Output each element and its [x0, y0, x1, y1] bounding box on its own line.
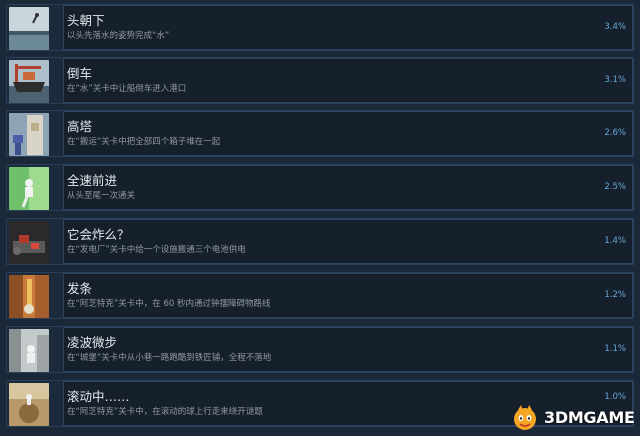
- achievement-description: 以头先落水的姿势完成“水”: [67, 31, 170, 41]
- achievement-percent: 2.5%: [604, 182, 626, 192]
- achievement-info: 全速前进 从头至尾一次通关 2.5%: [63, 165, 633, 210]
- achievement-percent: 1.1%: [604, 344, 626, 354]
- achievement-row[interactable]: 高塔 在“搬运”关卡中把全部四个箱子堆在一起 2.6%: [6, 110, 634, 157]
- achievement-description: 从头至尾一次通关: [67, 191, 136, 201]
- ship-icon: [9, 60, 49, 103]
- achievement-title: 头朝下: [67, 13, 105, 28]
- achievement-title: 发条: [67, 281, 93, 296]
- achievement-row[interactable]: 它会炸么？ 在“发电厂”关卡中给一个设施搬通三个电池供电 1.4%: [6, 218, 634, 265]
- achievement-percent: 1.4%: [604, 236, 626, 246]
- watermark-text: 3DMGAME: [544, 408, 635, 427]
- achievement-title: 高塔: [67, 119, 93, 134]
- achievement-percent: 3.4%: [604, 22, 626, 32]
- achievement-description: 在“阿芝特克”关卡中，在 60 秒内通过钟摆障碍物路线: [67, 299, 271, 309]
- achievement-row[interactable]: 凌波微步 在“城堡”关卡中从小巷一路跑酷到铁匠铺，全程不落地 1.1%: [6, 326, 634, 373]
- ball-icon: [9, 383, 49, 426]
- achievement-info: 高塔 在“搬运”关卡中把全部四个箱子堆在一起 2.6%: [63, 111, 633, 156]
- 3dm-logo-icon: [510, 404, 540, 432]
- achievement-row[interactable]: 倒车 在“水”关卡中让船倒车进入港口 3.1%: [6, 57, 634, 104]
- achievement-row[interactable]: 头朝下 以头先落水的姿势完成“水” 3.4%: [6, 4, 634, 51]
- achievement-title: 滚动中……: [67, 389, 130, 404]
- achievement-description: 在“城堡”关卡中从小巷一路跑酷到铁匠铺，全程不落地: [67, 353, 272, 363]
- achievement-percent: 3.1%: [604, 75, 626, 85]
- achievement-info: 凌波微步 在“城堡”关卡中从小巷一路跑酷到铁匠铺，全程不落地 1.1%: [63, 327, 633, 372]
- clockwork-icon: [9, 275, 49, 318]
- achievement-description: 在“阿芝特克”关卡中，在滚动的球上行走来绕开谜题: [67, 407, 263, 417]
- achievement-info: 头朝下 以头先落水的姿势完成“水” 3.4%: [63, 5, 633, 50]
- achievement-description: 在“搬运”关卡中把全部四个箱子堆在一起: [67, 137, 221, 147]
- bomb-icon: [9, 221, 49, 264]
- achievement-title: 它会炸么？: [67, 227, 130, 242]
- achievement-percent: 1.0%: [604, 392, 626, 402]
- achievement-info: 它会炸么？ 在“发电厂”关卡中给一个设施搬通三个电池供电 1.4%: [63, 219, 633, 264]
- achievement-title: 全速前进: [67, 173, 118, 188]
- achievement-description: 在“水”关卡中让船倒车进入港口: [67, 84, 187, 94]
- parkour-icon: [9, 329, 49, 372]
- achievement-row[interactable]: 全速前进 从头至尾一次通关 2.5%: [6, 164, 634, 211]
- achievement-info: 发条 在“阿芝特克”关卡中，在 60 秒内通过钟摆障碍物路线 1.2%: [63, 273, 633, 318]
- runner-icon: [9, 167, 49, 210]
- dive-icon: [9, 7, 49, 50]
- achievement-list: 头朝下 以头先落水的姿势完成“水” 3.4% 倒车 在“水”关卡中让船倒车进入港…: [0, 0, 640, 434]
- achievement-row[interactable]: 发条 在“阿芝特克”关卡中，在 60 秒内通过钟摆障碍物路线 1.2%: [6, 272, 634, 319]
- achievement-info: 倒车 在“水”关卡中让船倒车进入港口 3.1%: [63, 58, 633, 103]
- tower-icon: [9, 113, 49, 156]
- achievement-percent: 1.2%: [604, 290, 626, 300]
- achievement-percent: 2.6%: [604, 128, 626, 138]
- achievement-description: 在“发电厂”关卡中给一个设施搬通三个电池供电: [67, 245, 246, 255]
- watermark: 3DMGAME: [508, 404, 635, 432]
- achievement-title: 倒车: [67, 66, 93, 81]
- achievement-title: 凌波微步: [67, 335, 118, 350]
